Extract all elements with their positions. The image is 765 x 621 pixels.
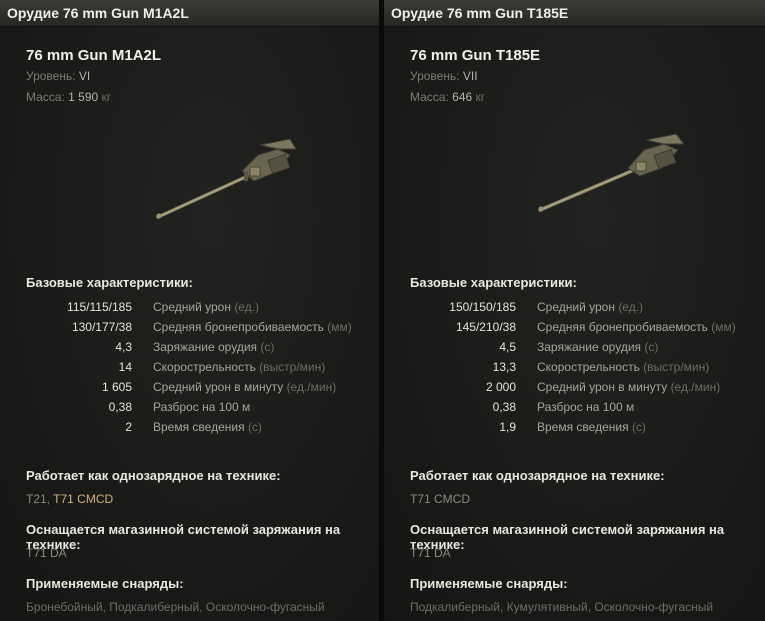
magazine-vehicles: T71 DA [26,546,67,560]
stat-label: Средний урон (ед.) [537,300,644,314]
mass-label: Масса: [410,90,449,104]
stat-label: Скорострельность (выстр/мин) [537,360,710,374]
stats-table: 150/150/185 Средний урон (ед.) 145/210/3… [384,298,763,438]
stat-label: Скорострельность (выстр/мин) [153,360,326,374]
gun-image [538,133,686,212]
gun-mass: Масса: 646 кг [410,90,485,104]
stat-value: 13,3 [492,360,516,374]
stat-row: 2 000 Средний урон в минуту (ед./мин) [384,378,763,398]
stat-value: 4,3 [115,340,132,354]
mass-label: Масса: [26,90,65,104]
gun-panel-left: Орудие 76 mm Gun M1A2L 76 mm Gun M1A2L У… [0,0,379,621]
gun-level: Уровень: VI [26,69,90,83]
stat-row: 150/150/185 Средний урон (ед.) [384,298,763,318]
stat-value: 145/210/38 [455,320,516,334]
stat-value: 1,9 [499,420,516,434]
stat-value: 0,38 [108,400,132,414]
stat-label: Средний урон в минуту (ед./мин) [537,380,721,394]
stat-label: Разброс на 100 м [537,400,635,414]
base-characteristics-title: Базовые характеристики: [26,275,193,290]
gun-name: 76 mm Gun M1A2L [26,47,162,64]
stat-row: 13,3 Скорострельность (выстр/мин) [384,358,763,378]
gun-level: Уровень: VII [410,69,478,83]
magazine-vehicles: T71 DA [410,546,451,560]
stat-row: 0,38 Разброс на 100 м [0,398,379,418]
stat-row: 4,3 Заряжание орудия (с) [0,338,379,358]
shells-list: Бронебойный, Подкалиберный, Осколочно-фу… [26,600,325,614]
stat-label: Заряжание орудия (с) [153,340,275,354]
single-shot-vehicles: T71 CMCD [410,492,471,506]
mass-unit: кг [101,90,112,104]
stat-row: 1 605 Средний урон в минуту (ед./мин) [0,378,379,398]
level-value: VI [78,69,91,83]
single-shot-title: Работает как однозарядное на технике: [410,468,665,483]
stat-row: 115/115/185 Средний урон (ед.) [0,298,379,318]
single-shot-title: Работает как однозарядное на технике: [26,468,281,483]
stat-value: 14 [118,360,132,374]
stat-label: Заряжание орудия (с) [537,340,659,354]
magazine-title: Оснащается магазинной системой заряжания… [410,522,725,552]
panel-header: Орудие 76 mm Gun M1A2L [0,0,379,27]
stat-label: Время сведения (с) [537,420,646,434]
stat-row: 130/177/38 Средняя бронепробиваемость (м… [0,318,379,338]
shells-title: Применяемые снаряды: [410,576,568,591]
magazine-title: Оснащается магазинной системой заряжания… [26,522,341,552]
gun-name: 76 mm Gun T185E [410,47,541,64]
stat-row: 145/210/38 Средняя бронепробиваемость (м… [384,318,763,338]
stat-value: 2 000 [485,380,516,394]
gun-mass: Масса: 1 590 кг [26,90,111,104]
mass-value: 1 590 [68,90,99,104]
mass-unit: кг [475,90,486,104]
stat-label: Разброс на 100 м [153,400,251,414]
stat-label: Средняя бронепробиваемость (мм) [153,320,352,334]
stat-value: 2 [125,420,132,434]
stat-row: 2 Время сведения (с) [0,418,379,438]
shells-title: Применяемые снаряды: [26,576,184,591]
base-characteristics-title: Базовые характеристики: [410,275,577,290]
level-value: VII [462,69,478,83]
stats-table: 115/115/185 Средний урон (ед.) 130/177/3… [0,298,379,438]
shells-list: Подкалиберный, Кумулятивный, Осколочно-ф… [410,600,714,614]
gun-panel-right: Орудие 76 mm Gun T185E 76 mm Gun T185E У… [384,0,765,621]
single-shot-vehicles: T21, T71 CMCD [26,492,114,506]
stat-label: Средний урон (ед.) [153,300,260,314]
stat-row: 14 Скорострельность (выстр/мин) [0,358,379,378]
stat-label: Время сведения (с) [153,420,262,434]
stat-row: 4,5 Заряжание орудия (с) [384,338,763,358]
stat-row: 0,38 Разброс на 100 м [384,398,763,418]
level-label: Уровень: [410,69,460,83]
stat-value: 1 605 [101,380,132,394]
panel-header: Орудие 76 mm Gun T185E [384,0,765,27]
stat-label: Средняя бронепробиваемость (мм) [537,320,736,334]
gun-image [156,138,297,219]
stat-value: 150/150/185 [449,300,516,314]
highlighted-vehicle: T71 CMCD [53,492,114,506]
stat-value: 4,5 [499,340,516,354]
stat-label: Средний урон в минуту (ед./мин) [153,380,337,394]
stat-value: 0,38 [492,400,516,414]
stat-row: 1,9 Время сведения (с) [384,418,763,438]
mass-value: 646 [452,90,473,104]
stat-value: 115/115/185 [67,300,132,314]
level-label: Уровень: [26,69,76,83]
stat-value: 130/177/38 [71,320,132,334]
